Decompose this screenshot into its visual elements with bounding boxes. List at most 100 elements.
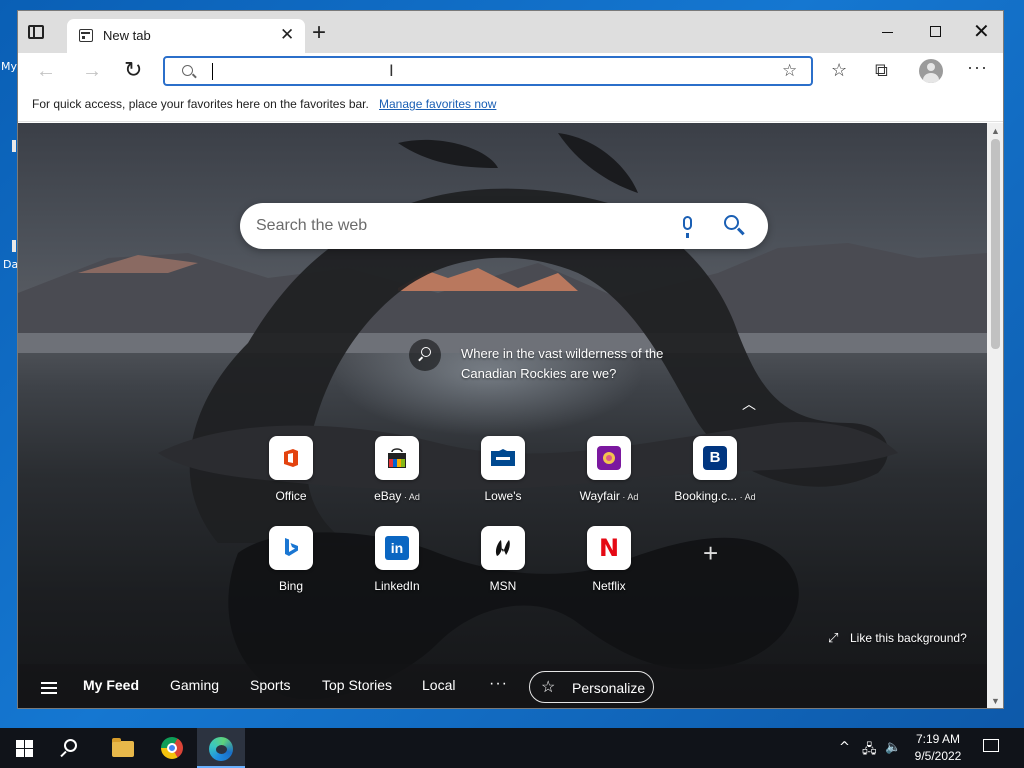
volume-icon[interactable]: 🔈 — [885, 740, 901, 755]
tile-label: Bing — [278, 579, 304, 593]
profile-avatar[interactable] — [919, 59, 943, 83]
search-icon — [182, 65, 193, 76]
collections-icon[interactable]: ⧉ — [875, 58, 888, 82]
tile-label: Netflix — [592, 579, 626, 593]
address-bar[interactable]: I ☆ — [163, 56, 813, 86]
close-window-button[interactable]: ✕ — [973, 20, 990, 44]
add-favorite-icon[interactable]: ☆ — [782, 61, 797, 81]
tab-actions-icon[interactable] — [28, 25, 44, 39]
bing-icon — [269, 526, 313, 570]
quick-link-tile[interactable]: Bing — [246, 526, 336, 606]
taskbar: ^ 🖧 🔈 7:19 AM 9/5/2022 — [0, 728, 1024, 768]
quick-link-tile[interactable]: in LinkedIn — [352, 526, 442, 606]
taskbar-search-icon[interactable] — [64, 739, 77, 752]
expand-icon[interactable]: ⤢ — [828, 630, 838, 646]
tile-label: Lowe's — [484, 489, 522, 503]
folder-icon — [112, 738, 134, 757]
personalize-icon: ☆ — [541, 679, 556, 696]
collapse-chevron-icon[interactable]: ︿ — [742, 394, 756, 414]
desktop-icon-label[interactable]: My — [1, 60, 17, 73]
new-tab-page: Where in the vast wilderness of the Cana… — [18, 123, 987, 708]
feed-tab-sports[interactable]: Sports — [250, 677, 290, 693]
tile-label: MSN — [489, 579, 517, 593]
image-info-text[interactable]: Where in the vast wilderness of the Cana… — [461, 344, 701, 384]
file-explorer-button[interactable] — [98, 728, 146, 768]
feed-tab-gaming[interactable]: Gaming — [170, 677, 219, 693]
browser-window: New tab ✕ + ✕ ← → ↻ I ☆ ☆ ⧉ ··· For quic… — [17, 10, 1004, 709]
booking-icon: B — [693, 436, 737, 480]
feed-tab-local[interactable]: Local — [422, 677, 455, 693]
web-search-input[interactable] — [256, 214, 656, 238]
scroll-thumb[interactable] — [991, 139, 1000, 349]
lowes-icon — [481, 436, 525, 480]
quick-link-tile[interactable]: Office — [246, 436, 336, 516]
menu-icon[interactable] — [41, 682, 57, 694]
quick-link-tile[interactable]: Wayfair · Ad — [564, 436, 654, 516]
chrome-button[interactable] — [148, 728, 196, 768]
show-hidden-icons-icon[interactable]: ^ — [839, 740, 850, 755]
wayfair-icon — [587, 436, 631, 480]
like-background-link[interactable]: Like this background? — [850, 631, 967, 645]
favorites-bar-message: For quick access, place your favorites h… — [32, 97, 369, 111]
new-tab-page-icon — [79, 29, 93, 42]
edge-icon — [209, 737, 233, 761]
windows-start-icon[interactable] — [16, 740, 33, 757]
favorites-icon[interactable]: ☆ — [831, 58, 847, 82]
chrome-icon — [161, 737, 183, 759]
tile-label: LinkedIn — [374, 579, 420, 593]
personalize-label: Personalize — [572, 680, 646, 696]
maximize-button[interactable] — [930, 26, 941, 37]
clock-time: 7:19 AM — [915, 732, 961, 746]
favorites-bar: For quick access, place your favorites h… — [18, 91, 1003, 122]
tile-label: Office — [275, 489, 307, 503]
new-tab-icon[interactable]: + — [312, 21, 326, 45]
ibeam-cursor-icon: I — [389, 61, 394, 80]
quick-link-tile[interactable]: MSN — [458, 526, 548, 606]
clock-date: 9/5/2022 — [914, 749, 962, 763]
web-search-box[interactable] — [240, 203, 768, 249]
forward-icon[interactable]: → — [82, 59, 102, 83]
scroll-down-icon[interactable]: ▼ — [991, 696, 1000, 706]
feed-more-icon[interactable]: ··· — [489, 675, 508, 693]
ebay-icon — [375, 436, 419, 480]
tab-new-tab[interactable]: New tab ✕ — [67, 19, 305, 53]
quick-link-tile[interactable]: Lowe's — [458, 436, 548, 516]
notifications-icon[interactable] — [983, 739, 999, 752]
toolbar: ← → ↻ I ☆ ☆ ⧉ ··· — [18, 53, 1003, 91]
edge-button[interactable] — [197, 728, 245, 768]
desktop-icon-label[interactable]: Da — [3, 258, 18, 271]
system-clock[interactable]: 7:19 AM 9/5/2022 — [905, 731, 971, 765]
desktop-icon[interactable] — [12, 240, 16, 252]
scroll-up-icon[interactable]: ▲ — [991, 126, 1000, 136]
page-scrollbar[interactable]: ▲ ▼ — [987, 123, 1003, 708]
image-info-search-icon[interactable] — [409, 339, 441, 371]
address-input[interactable] — [209, 62, 769, 82]
tile-label: Wayfair · Ad — [579, 489, 639, 503]
feed-tab-my-feed[interactable]: My Feed — [83, 677, 139, 693]
manage-favorites-link[interactable]: Manage favorites now — [379, 97, 496, 111]
title-bar: New tab ✕ + ✕ — [18, 11, 1003, 53]
more-options-icon[interactable]: ··· — [967, 57, 988, 78]
close-tab-icon[interactable]: ✕ — [280, 25, 294, 45]
tab-title: New tab — [103, 28, 151, 43]
add-site-icon[interactable]: + — [703, 538, 718, 569]
quick-link-tile[interactable]: eBay · Ad — [352, 436, 442, 516]
feed-navigation: My Feed Gaming Sports Top Stories Local … — [18, 664, 987, 708]
tile-label: eBay · Ad — [374, 489, 420, 503]
back-icon[interactable]: ← — [36, 59, 56, 83]
network-icon[interactable]: 🖧 — [862, 740, 877, 762]
linkedin-icon: in — [375, 526, 419, 570]
personalize-button[interactable]: ☆ Personalize — [529, 671, 654, 703]
quick-link-tile[interactable]: B Booking.c... · Ad — [670, 436, 760, 516]
desktop-icon[interactable] — [12, 140, 16, 152]
quick-link-tile[interactable]: N Netflix — [564, 526, 654, 606]
refresh-icon[interactable]: ↻ — [124, 58, 142, 82]
tile-label: Booking.c... · Ad — [674, 489, 756, 503]
feed-tab-top-stories[interactable]: Top Stories — [322, 677, 392, 693]
msn-icon — [481, 526, 525, 570]
search-button-icon[interactable] — [724, 215, 739, 230]
text-caret — [212, 63, 213, 80]
microphone-icon[interactable] — [683, 216, 692, 238]
office-icon — [269, 436, 313, 480]
minimize-button[interactable] — [882, 32, 893, 33]
